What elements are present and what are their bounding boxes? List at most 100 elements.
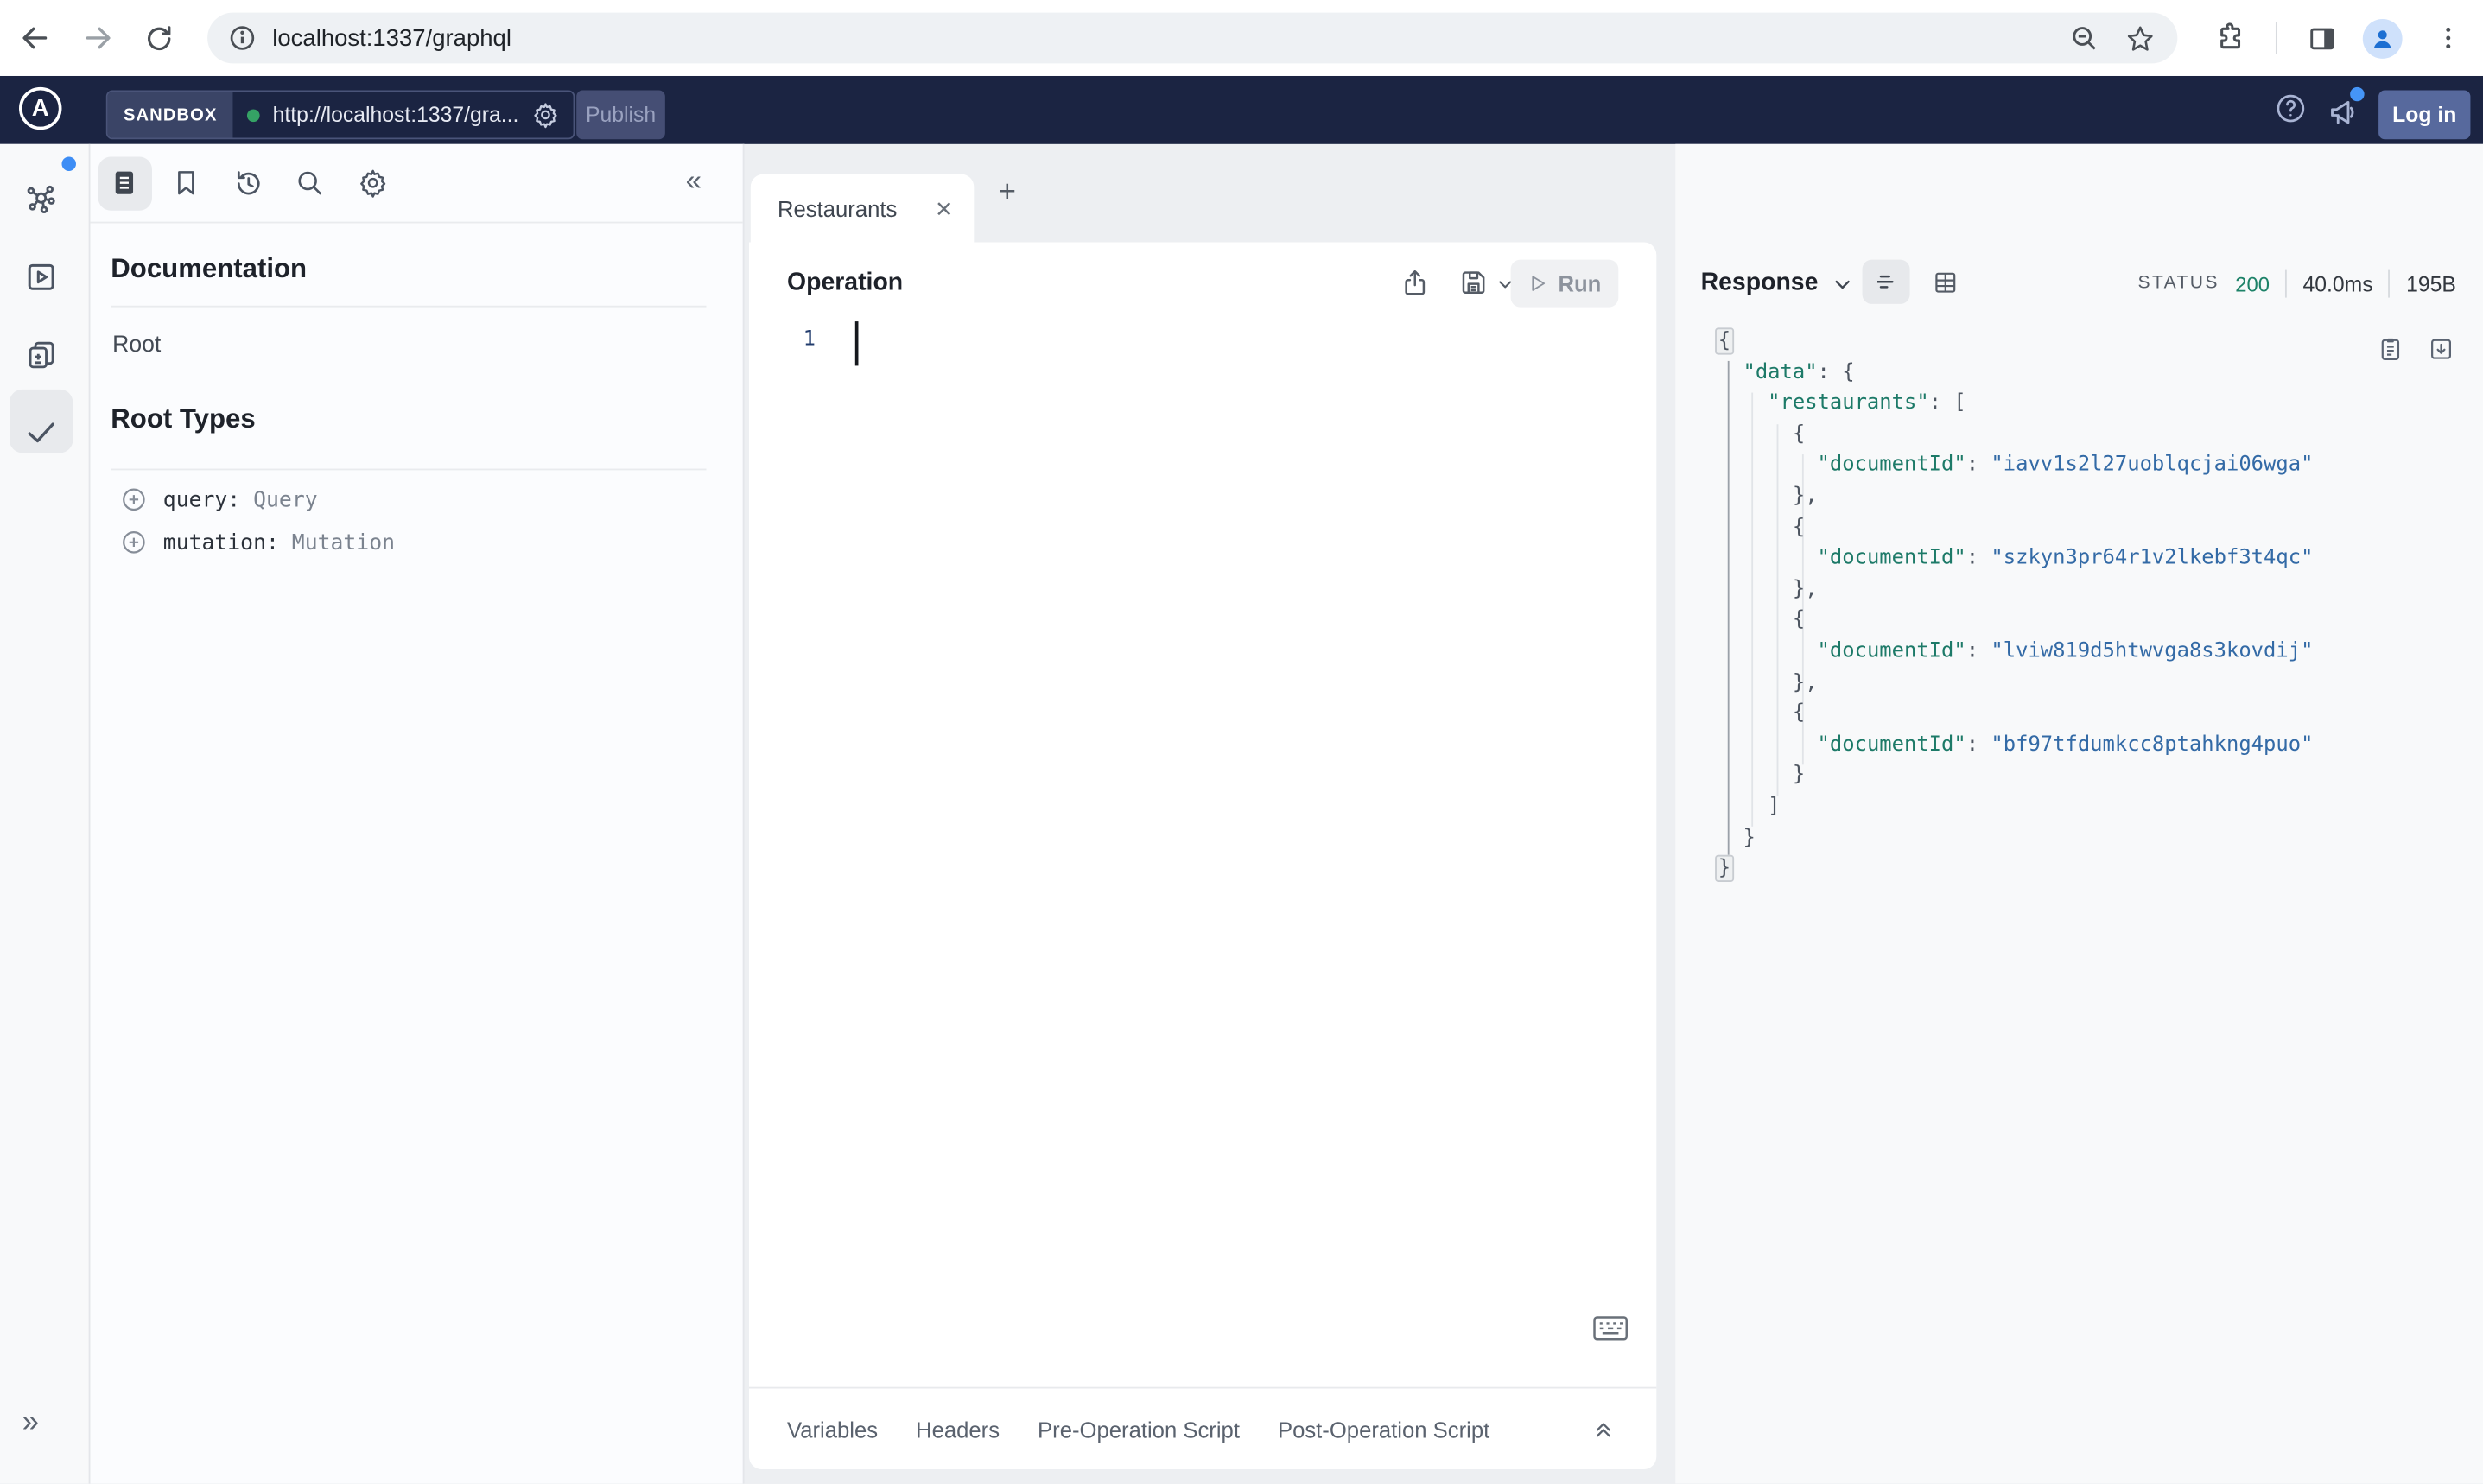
status-divider	[2388, 269, 2391, 298]
code-line: },	[1718, 577, 1818, 602]
tab-pre-operation-script[interactable]: Pre-Operation Script	[1038, 1417, 1240, 1442]
code-line: }	[1718, 825, 1756, 850]
collapse-panel-icon[interactable]: «	[686, 165, 702, 198]
code-line: "restaurants": [	[1768, 391, 1966, 415]
operation-tab-label[interactable]: Restaurants	[778, 195, 897, 220]
close-tab-icon[interactable]: ✕	[935, 197, 954, 219]
code-line: }	[1715, 853, 2314, 885]
code-line: "documentId": "szkyn3pr64r1v2lkebf3t4qc"	[1817, 546, 2314, 571]
type-name[interactable]: Query	[253, 487, 317, 512]
save-icon[interactable]	[1458, 268, 1489, 298]
json-view-toggle[interactable]	[1862, 259, 1910, 304]
url-text[interactable]: localhost:1337/graphql	[272, 24, 511, 51]
tab-headers[interactable]: Headers	[916, 1417, 1000, 1442]
expand-plus-icon[interactable]	[120, 529, 147, 555]
bookmarks-tab-icon[interactable]	[171, 168, 203, 200]
type-name[interactable]: Mutation	[292, 530, 395, 555]
download-response-icon[interactable]	[2428, 336, 2456, 365]
docs-divider	[111, 305, 707, 308]
run-play-icon	[1532, 276, 1545, 291]
site-info-icon[interactable]	[228, 23, 257, 52]
screen: localhost:1337/graphql A SANDBOX http://…	[0, 0, 2483, 1484]
table-view-toggle[interactable]	[1921, 260, 1968, 304]
collections-icon[interactable]	[23, 337, 58, 371]
browser-address-bar[interactable]: localhost:1337/graphql	[207, 12, 2178, 64]
browser-menu-icon[interactable]	[2429, 19, 2467, 57]
code-line: {	[1718, 701, 1806, 726]
browser-forward-icon[interactable]	[79, 19, 117, 57]
share-icon[interactable]	[1400, 268, 1430, 298]
history-tab-icon[interactable]	[232, 168, 264, 200]
expand-plus-icon[interactable]	[120, 486, 147, 513]
apollo-logo[interactable]: A	[18, 86, 62, 130]
endpoint-url-text[interactable]: http://localhost:1337/gra...	[273, 103, 519, 126]
docs-title: Documentation	[111, 253, 308, 284]
root-type-mutation-row[interactable]: mutation: Mutation	[120, 529, 395, 555]
code-line: "documentId": "bf97tfdumkcc8ptahkng4puo"	[1817, 732, 2314, 757]
copy-response-icon[interactable]	[2377, 336, 2405, 365]
field-name[interactable]: query:	[163, 487, 240, 512]
code-line: },	[1718, 484, 1818, 509]
docs-root-link[interactable]: Root	[112, 333, 161, 358]
browser-reload-icon[interactable]	[139, 19, 177, 57]
response-duration: 40.0ms	[2302, 271, 2373, 295]
publish-button[interactable]: Publish	[576, 90, 665, 140]
toolbar-divider	[2275, 22, 2277, 54]
sandbox-env-chip: SANDBOX	[107, 92, 233, 138]
response-title: Response	[1700, 269, 1819, 296]
keyboard-shortcuts-icon[interactable]	[1593, 1316, 1628, 1341]
status-divider	[2285, 269, 2288, 298]
checks-icon[interactable]	[23, 415, 58, 449]
code-line: "data": {	[1743, 360, 1855, 384]
code-line: {	[1718, 422, 1806, 447]
response-json-code[interactable]: { "data": { "restaurants": [ { "document…	[1715, 327, 2314, 885]
field-name[interactable]: mutation:	[163, 530, 279, 555]
response-panel: Response STATUS 200 40.0ms 195B {"data"…	[1675, 143, 2483, 1484]
expand-rail-icon[interactable]: »	[22, 1406, 39, 1441]
endpoint-settings-icon[interactable]	[531, 101, 558, 129]
explorer-icon[interactable]	[23, 260, 58, 295]
expand-bottom-panel-icon[interactable]	[1591, 1417, 1615, 1441]
docs-panel-toolbar: «	[90, 144, 743, 224]
browser-profile-avatar[interactable]	[2362, 18, 2403, 59]
run-button[interactable]: Run	[1510, 259, 1619, 308]
editor-line-number: 1	[803, 327, 816, 352]
extensions-icon[interactable]	[2211, 19, 2249, 57]
code-line: {	[1718, 608, 1806, 632]
browser-back-icon[interactable]	[16, 19, 54, 57]
status-code: 200	[2235, 271, 2270, 295]
tab-post-operation-script[interactable]: Post-Operation Script	[1278, 1417, 1489, 1442]
endpoint-input[interactable]: http://localhost:1337/gra...	[233, 92, 573, 137]
apollo-logo-letter: A	[31, 94, 49, 123]
tab-variables[interactable]: Variables	[787, 1417, 878, 1442]
root-type-query-row[interactable]: query: Query	[120, 486, 318, 513]
response-dropdown-icon[interactable]	[1832, 273, 1853, 294]
schema-notification-dot	[61, 156, 76, 171]
zoom-out-icon[interactable]	[2070, 23, 2100, 54]
endpoint-status-dot	[247, 108, 261, 122]
documentation-tab-icon[interactable]	[109, 168, 141, 200]
code-line: {	[1715, 327, 2314, 358]
help-icon[interactable]	[2274, 92, 2307, 124]
code-line: },	[1718, 670, 1818, 694]
login-button[interactable]: Log in	[2378, 90, 2471, 140]
schema-graph-icon[interactable]	[23, 182, 58, 217]
side-panel-icon[interactable]	[2302, 19, 2340, 57]
endpoint-group: SANDBOX http://localhost:1337/gra...	[105, 90, 575, 140]
operation-title: Operation	[786, 269, 904, 296]
operation-bottom-bar: Variables Headers Pre-Operation Script P…	[748, 1386, 1657, 1469]
operation-tab[interactable]: Restaurants ✕	[750, 174, 975, 243]
announcements-badge	[2350, 86, 2365, 102]
root-types-divider	[111, 468, 707, 471]
operation-editor[interactable]	[822, 306, 1613, 1351]
response-title-row[interactable]: Response	[1701, 270, 1853, 298]
root-types-title: Root Types	[111, 403, 256, 434]
bookmark-star-icon[interactable]	[2125, 23, 2156, 54]
search-tab-icon[interactable]	[295, 168, 327, 200]
new-tab-icon[interactable]: +	[991, 175, 1023, 208]
browser-toolbar: localhost:1337/graphql	[0, 0, 2483, 76]
settings-tab-icon[interactable]	[358, 168, 390, 200]
documentation-panel: « Documentation Root Root Types query: Q…	[90, 143, 745, 1484]
operation-panel: Operation Run 1 Variables Headers Pre-Op…	[748, 242, 1657, 1469]
status-label: STATUS	[2137, 274, 2219, 294]
